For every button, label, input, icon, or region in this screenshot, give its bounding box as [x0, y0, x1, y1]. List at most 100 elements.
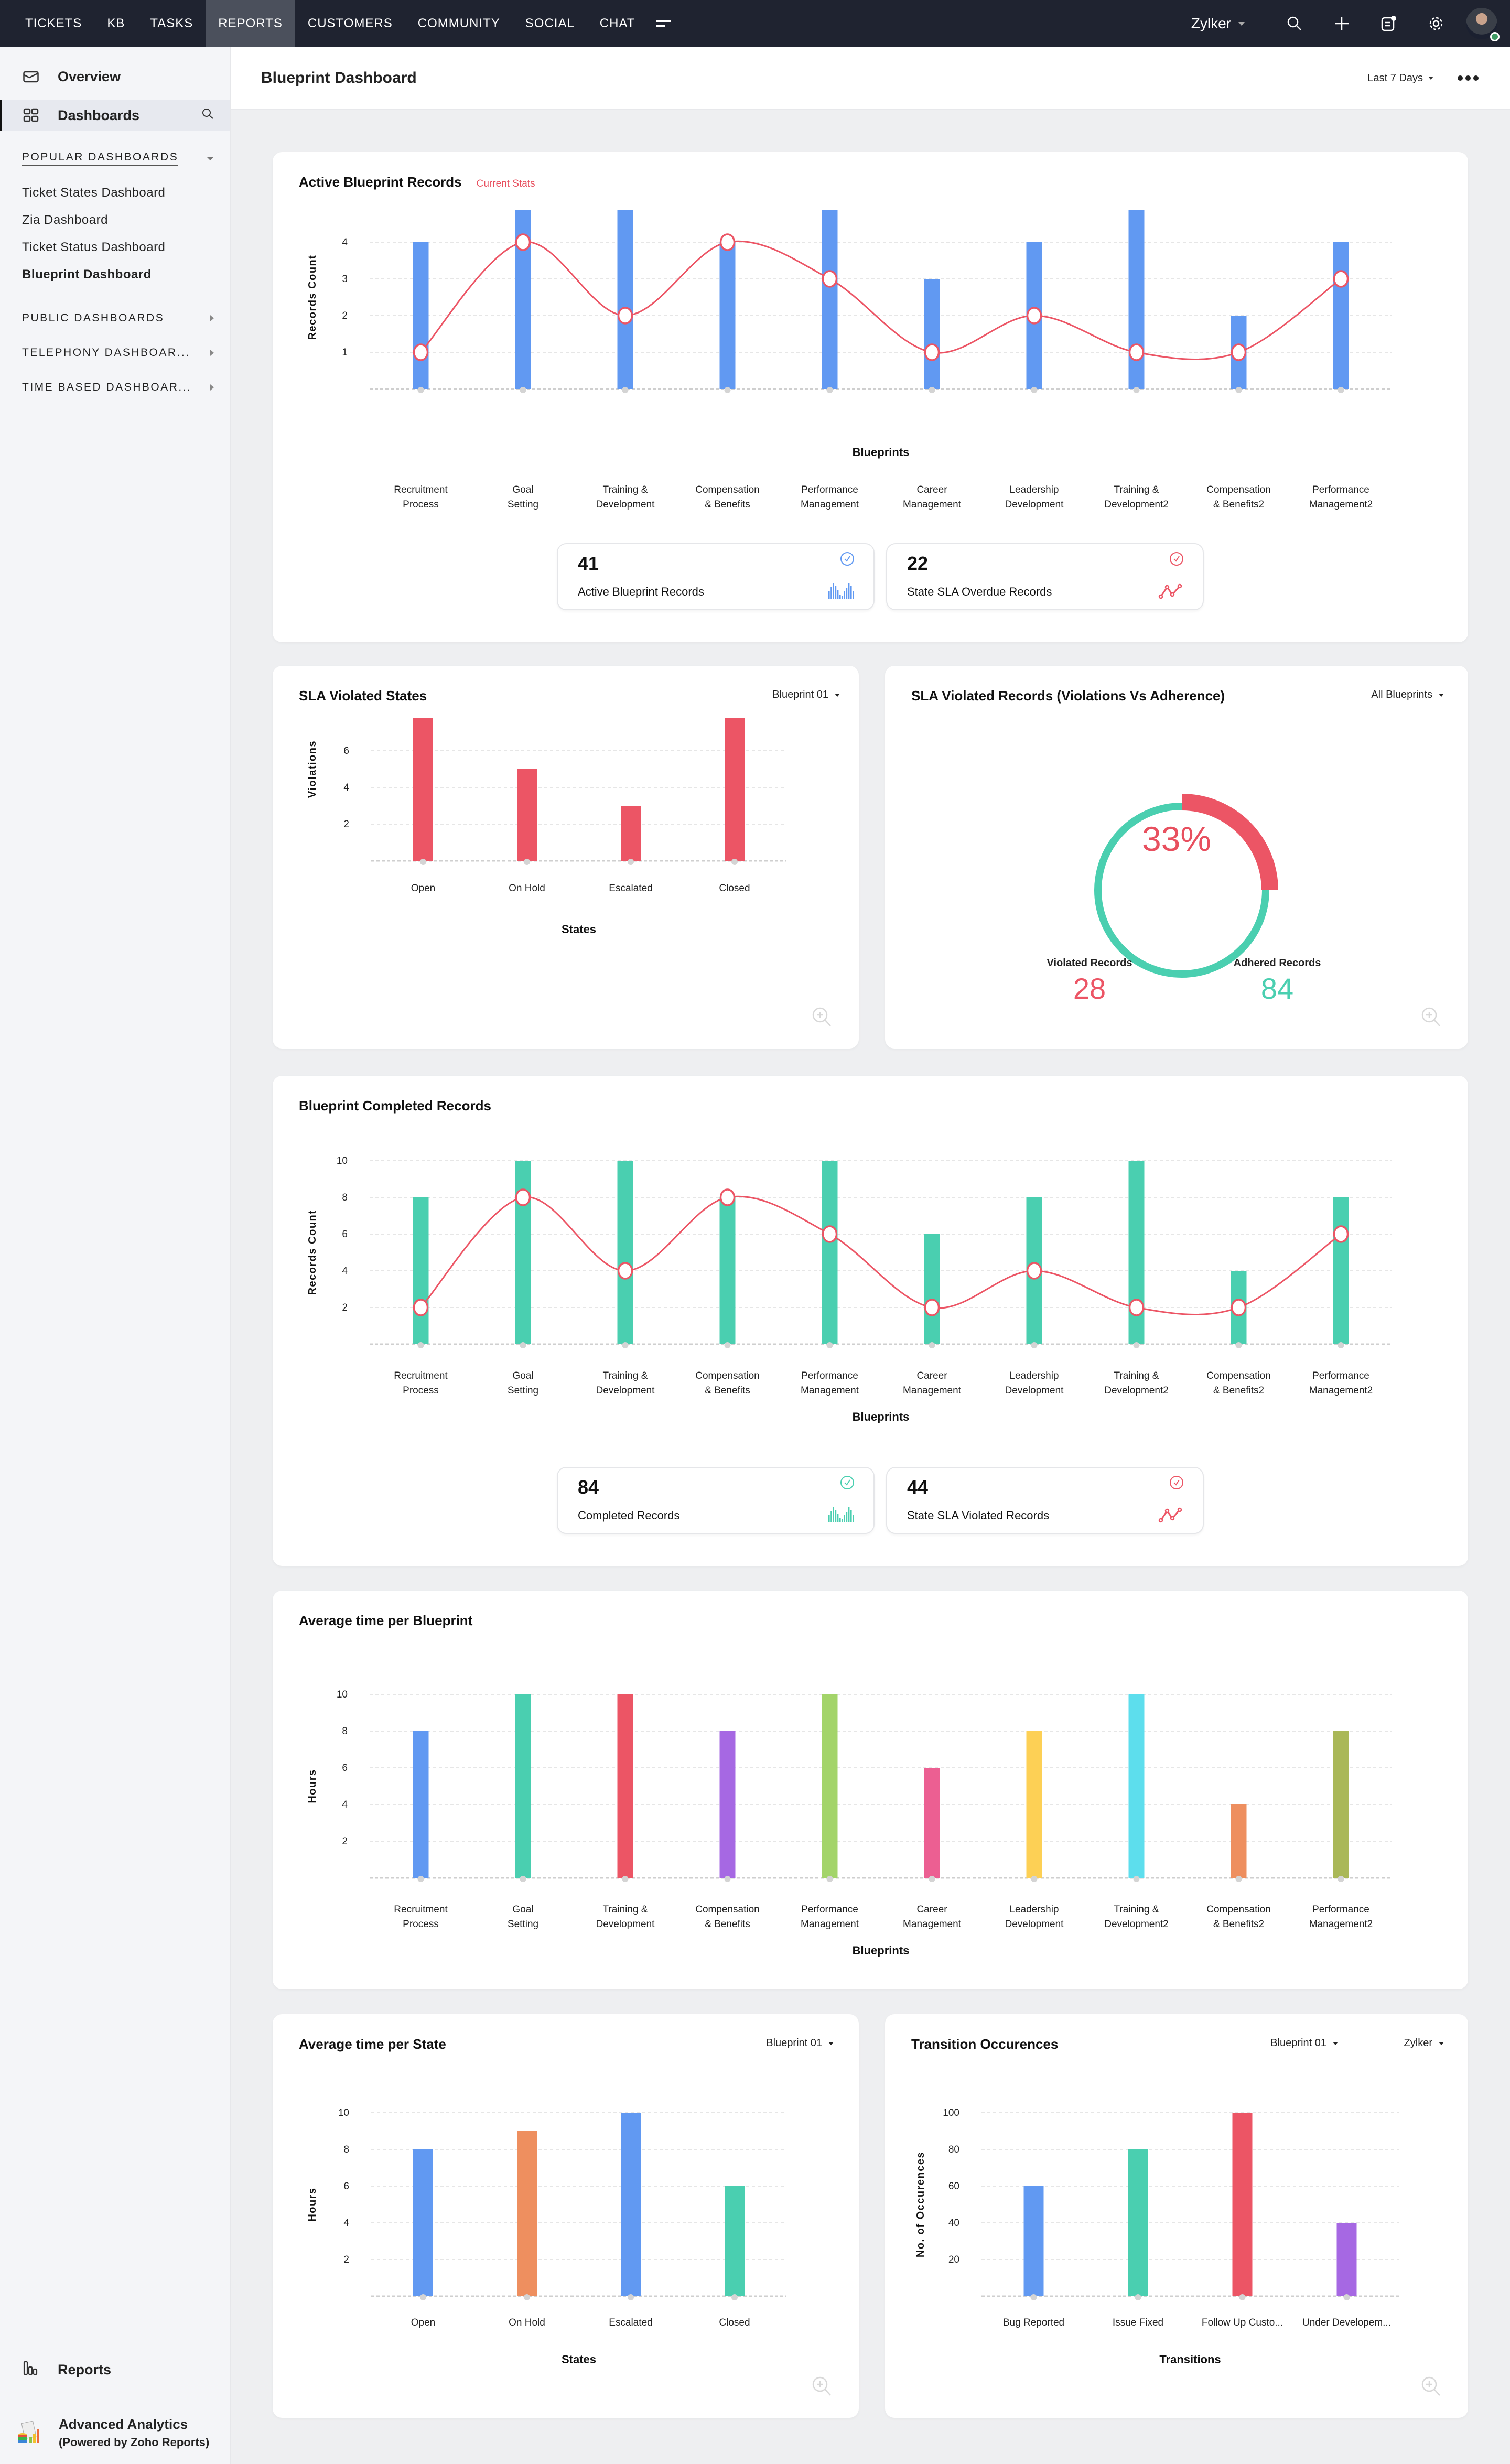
tab-social[interactable]: SOCIAL	[513, 0, 587, 47]
spark-bar	[833, 1507, 834, 1522]
mini-bar-chart-icon	[828, 583, 854, 599]
spark-bar	[848, 1507, 850, 1522]
chevron-down-icon	[207, 156, 214, 160]
chevron-down-icon	[835, 693, 840, 697]
x-tick-dot	[622, 1876, 629, 1882]
notes-icon[interactable]	[1365, 0, 1412, 47]
popular-dashboards-header[interactable]: POPULAR DASHBOARDS	[0, 147, 230, 170]
x-tick-label: Performance	[1312, 484, 1369, 495]
x-tick-label: Career	[916, 1370, 947, 1381]
blueprints-filter-dropdown[interactable]: All Blueprints	[1371, 689, 1444, 701]
x-tick-dot	[1343, 2294, 1350, 2300]
x-tick-label: Recruitment	[394, 1370, 448, 1381]
time-based-dashboards-header[interactable]: TIME BASED DASHBOAR...	[0, 370, 230, 405]
x-tick-label: Under Developem...	[1302, 2317, 1391, 2328]
stat-card-completed[interactable]: 84 Completed Records	[557, 1467, 875, 1534]
search-icon[interactable]	[201, 107, 214, 124]
telephony-dashboards-header[interactable]: TELEPHONY DASHBOAR...	[0, 336, 230, 370]
tab-reports[interactable]: REPORTS	[206, 0, 295, 47]
card-average-time-per-state: Average time per State Blueprint 01 2468…	[273, 2014, 859, 2418]
line-point	[413, 343, 429, 361]
x-tick-dot	[524, 2294, 530, 2300]
zoom-in-icon[interactable]	[812, 1007, 833, 1028]
bar	[617, 1161, 633, 1344]
bar	[719, 1731, 736, 1878]
x-tick-dot	[524, 859, 530, 865]
x-tick-label: Management	[903, 1919, 962, 1930]
bar	[1231, 1804, 1247, 1878]
gear-icon[interactable]	[1412, 0, 1460, 47]
spark-bar	[833, 583, 834, 599]
plus-icon[interactable]	[1318, 0, 1365, 47]
x-tick-label: Training &	[603, 1370, 648, 1381]
y-axis-title: Records Count	[307, 1210, 318, 1295]
more-tabs-icon[interactable]	[656, 18, 671, 29]
public-dashboards-header[interactable]: PUBLIC DASHBOARDS	[0, 301, 230, 336]
sidebar-item-blueprint[interactable]: Blueprint Dashboard	[0, 261, 230, 288]
search-icon[interactable]	[1271, 0, 1318, 47]
x-tick-dot	[1031, 1876, 1038, 1882]
date-range-dropdown[interactable]: Last 7 Days	[1367, 72, 1433, 84]
x-tick-label: Management	[801, 499, 859, 510]
check-circle-icon	[1170, 1476, 1183, 1489]
x-tick-label: Goal	[512, 1904, 533, 1915]
x-tick-dot	[724, 1876, 731, 1882]
x-tick-dot	[1239, 2294, 1246, 2300]
bar	[1333, 1731, 1349, 1878]
sidebar-item-ticket-status[interactable]: Ticket Status Dashboard	[0, 234, 230, 261]
sidebar-item-dashboards[interactable]: Dashboards	[0, 100, 230, 131]
sidebar-item-reports[interactable]: Reports	[0, 2349, 230, 2391]
x-tick-label: Development	[596, 1385, 655, 1396]
sidebar-item-label: Reports	[58, 2361, 112, 2377]
tab-customers[interactable]: CUSTOMERS	[295, 0, 405, 47]
x-tick-label: Recruitment	[394, 1904, 448, 1915]
x-tick-label: Development2	[1104, 1919, 1169, 1930]
y-tick-label: 8	[343, 2144, 349, 2155]
bar	[413, 1731, 429, 1878]
sidebar-item-ticket-states[interactable]: Ticket States Dashboard	[0, 179, 230, 207]
sidebar-item-advanced-analytics[interactable]: Advanced Analytics (Powered by Zoho Repo…	[0, 2401, 230, 2464]
tab-kb[interactable]: KB	[94, 0, 137, 47]
advanced-analytics-subtitle: (Powered by Zoho Reports)	[59, 2435, 210, 2449]
stat-card-overdue[interactable]: 22 State SLA Overdue Records	[886, 543, 1204, 610]
advanced-analytics-title: Advanced Analytics	[59, 2416, 188, 2432]
tab-tasks[interactable]: TASKS	[137, 0, 206, 47]
chevron-right-icon	[210, 350, 214, 356]
spark-bar	[842, 596, 843, 599]
sidebar-item-overview[interactable]: Overview	[0, 57, 230, 96]
y-tick-label: 1	[342, 347, 348, 358]
x-tick-label: & Benefits2	[1213, 1385, 1264, 1396]
sidebar-item-zia[interactable]: Zia Dashboard	[0, 207, 230, 234]
x-tick-label: Leadership	[1009, 1904, 1059, 1915]
stat-card-active[interactable]: 41 Active Blueprint Records	[557, 543, 875, 610]
spark-bar	[842, 1519, 843, 1522]
spark-bar	[835, 1510, 837, 1522]
zoom-in-icon[interactable]	[1421, 2376, 1442, 2397]
x-tick-dot	[420, 859, 426, 865]
y-tick-label: 4	[342, 1266, 348, 1277]
zoom-in-icon[interactable]	[812, 2376, 833, 2397]
bar	[1128, 210, 1145, 389]
more-options-icon[interactable]	[1458, 75, 1479, 81]
bar	[517, 769, 537, 861]
avatar[interactable]	[1466, 8, 1500, 41]
tab-community[interactable]: COMMUNITY	[405, 0, 513, 47]
tab-tickets[interactable]: TICKETS	[0, 0, 94, 47]
bar	[1333, 1197, 1349, 1344]
spark-bar	[850, 1510, 852, 1522]
x-tick-dot	[420, 2294, 426, 2300]
section-label: TELEPHONY DASHBOAR...	[22, 347, 190, 359]
x-tick-label: Setting	[508, 1385, 538, 1396]
x-tick-label: & Benefits	[705, 1385, 750, 1396]
chart-title: Blueprint Completed Records	[299, 1098, 491, 1114]
trend-line	[420, 240, 1342, 360]
spark-bar	[850, 586, 852, 599]
bar	[1128, 1161, 1145, 1344]
x-tick-label: Process	[403, 1919, 439, 1930]
stat-card-violated[interactable]: 44 State SLA Violated Records	[886, 1467, 1204, 1534]
blueprint-filter-dropdown[interactable]: Blueprint 01	[772, 689, 840, 701]
tab-chat[interactable]: CHAT	[587, 0, 648, 47]
org-switcher[interactable]: Zylker	[1191, 15, 1245, 32]
zoom-in-icon[interactable]	[1421, 1007, 1442, 1028]
legend-adhered: Adhered Records 84	[1214, 957, 1340, 1006]
